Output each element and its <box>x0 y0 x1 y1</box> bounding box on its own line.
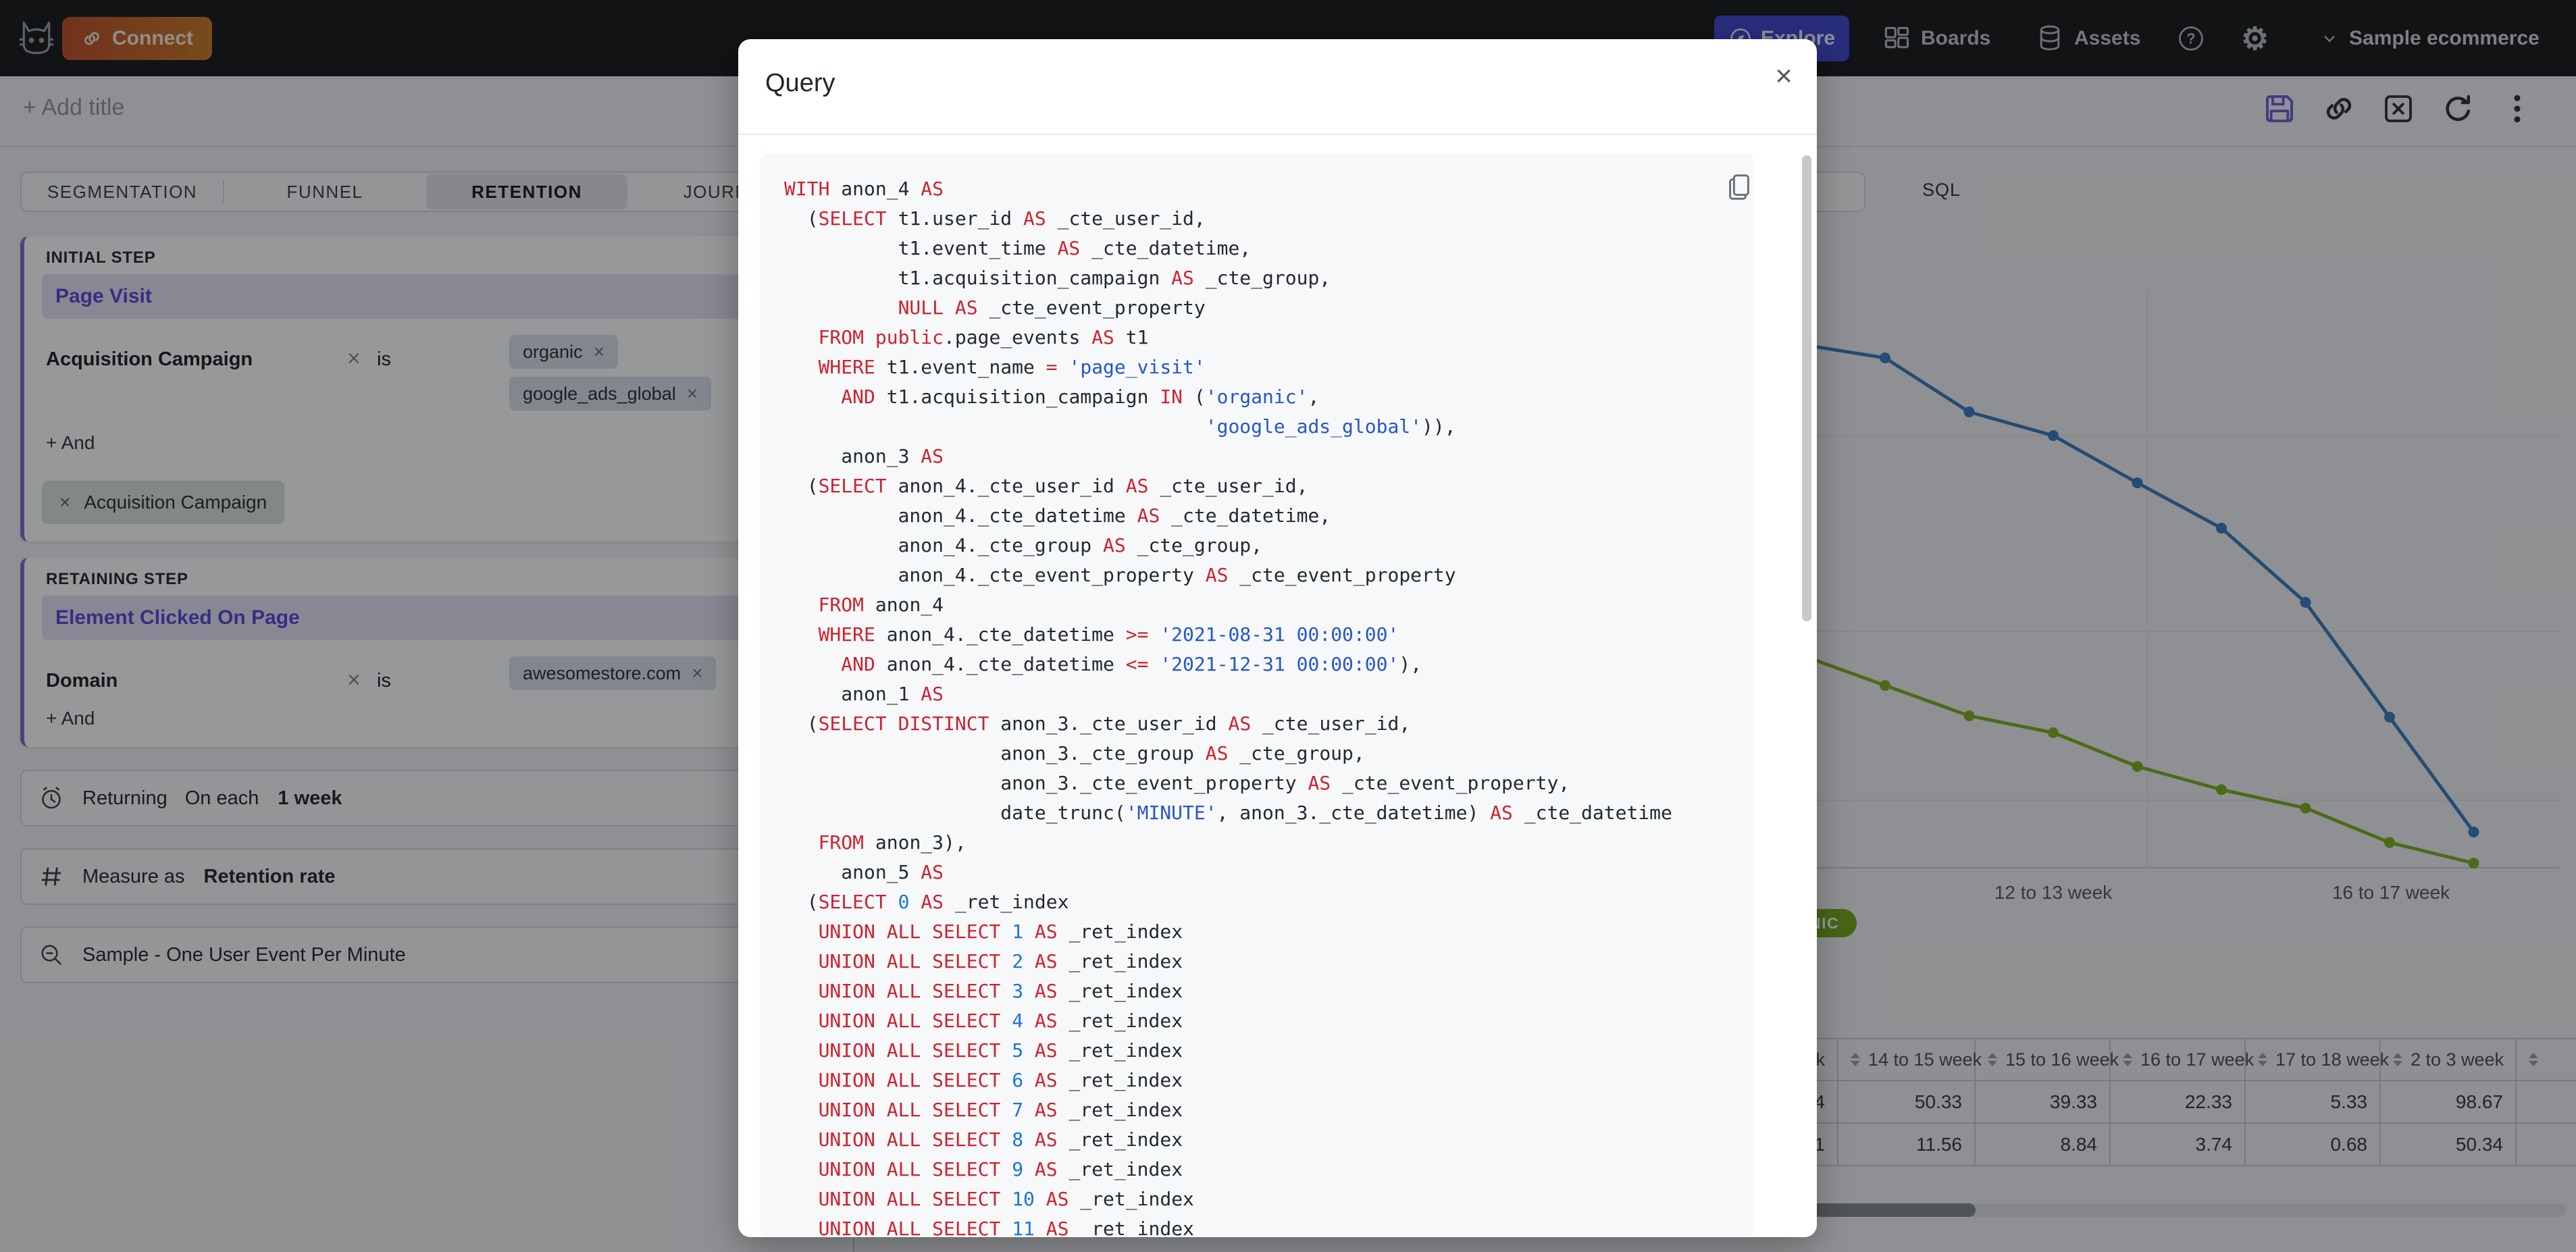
copy-code-icon[interactable] <box>1724 172 1755 203</box>
sql-code: WITH anon_4 AS (SELECT t1.user_id AS _ct… <box>784 178 1672 1237</box>
sql-code-block: WITH anon_4 AS (SELECT t1.user_id AS _ct… <box>760 154 1754 1237</box>
modal-title: Query <box>765 69 835 97</box>
app-root: Connect Explore Boards Assets ? ⚙ Sample… <box>0 0 2576 1252</box>
query-modal: Query × WITH anon_4 AS (SELECT t1.user_i… <box>738 39 1817 1237</box>
close-icon[interactable]: × <box>1775 59 1793 93</box>
modal-scrollbar-thumb[interactable] <box>1802 155 1811 621</box>
modal-header: Query × <box>738 39 1817 135</box>
